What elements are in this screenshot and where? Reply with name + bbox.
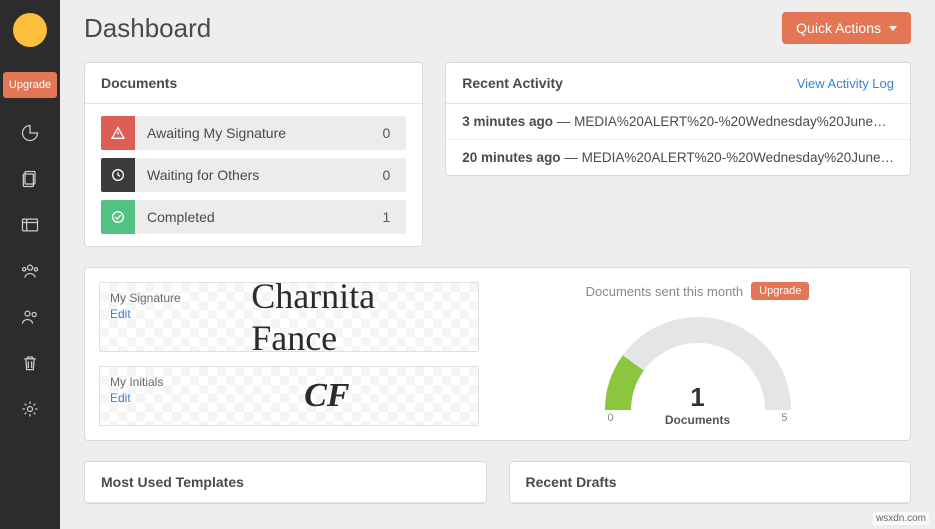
templates-title: Most Used Templates [101,474,244,490]
check-circle-icon [101,200,135,234]
quick-actions-button[interactable]: Quick Actions [782,12,911,44]
my-initials-box: My Initials Edit CF [99,366,479,426]
bottom-row: Most Used Templates Recent Drafts [60,461,935,504]
clock-icon [101,158,135,192]
content-row: Documents Awaiting My Signature 0 Waitin… [60,62,935,247]
doc-count: 0 [366,167,406,183]
activity-sep: — [561,150,582,165]
activity-panel: Recent Activity View Activity Log 3 minu… [445,62,911,176]
right-column: Recent Activity View Activity Log 3 minu… [445,62,911,247]
signature-left: My Signature Edit Charnita Fance My Init… [99,282,479,426]
gauge-title: Documents sent this month [586,284,744,299]
quick-actions-label: Quick Actions [796,20,881,36]
settings-icon[interactable] [19,398,41,420]
main: Dashboard Quick Actions Documents Awaiti… [60,0,935,504]
gauge-upgrade-button[interactable]: Upgrade [751,282,809,300]
templates-panel: Most Used Templates [84,461,487,504]
activity-time: 3 minutes ago [462,114,553,129]
signature-panel: My Signature Edit Charnita Fance My Init… [84,267,911,441]
gauge-min: 0 [608,412,614,424]
documents-rows: Awaiting My Signature 0 Waiting for Othe… [85,104,422,246]
team-icon[interactable] [19,260,41,282]
page-title: Dashboard [84,13,211,44]
edit-initials-link[interactable]: Edit [110,391,468,405]
caret-down-icon [889,26,897,31]
activity-text: MEDIA%20ALERT%20-%20Wednesday%20June… [582,150,894,165]
trash-icon[interactable] [19,352,41,374]
activity-text: MEDIA%20ALERT%20-%20Wednesday%20June… [574,114,886,129]
activity-item[interactable]: 20 minutes ago — MEDIA%20ALERT%20-%20Wed… [446,140,910,175]
upgrade-button[interactable]: Upgrade [3,72,57,98]
documents-icon[interactable] [19,168,41,190]
logo-container [0,0,60,60]
gauge-header: Documents sent this month Upgrade [586,282,810,300]
activity-title: Recent Activity [462,75,563,91]
drafts-panel-header: Recent Drafts [510,462,911,503]
doc-label: Completed [135,209,366,225]
alert-triangle-icon [101,116,135,150]
gauge-section: Documents sent this month Upgrade 1 Docu… [499,282,896,426]
left-column: Documents Awaiting My Signature 0 Waitin… [84,62,423,247]
initials-text: CF [304,377,349,415]
activity-sep: — [553,114,574,129]
gauge-value: 1 [665,382,730,413]
doc-row-waiting[interactable]: Waiting for Others 0 [101,158,406,192]
drafts-panel: Recent Drafts [509,461,912,504]
my-signature-box: My Signature Edit Charnita Fance [99,282,479,352]
reports-icon[interactable] [19,122,41,144]
signature-text: Charnita Fance [251,275,402,359]
templates-icon[interactable] [19,214,41,236]
upgrade-label: Upgrade [9,79,51,91]
templates-panel-header: Most Used Templates [85,462,486,503]
drafts-title: Recent Drafts [526,474,617,490]
gauge-max: 5 [781,412,787,424]
activity-item[interactable]: 3 minutes ago — MEDIA%20ALERT%20-%20Wedn… [446,104,910,140]
doc-row-awaiting[interactable]: Awaiting My Signature 0 [101,116,406,150]
doc-row-completed[interactable]: Completed 1 [101,200,406,234]
doc-count: 1 [366,209,406,225]
activity-panel-header: Recent Activity View Activity Log [446,63,910,104]
doc-count: 0 [366,125,406,141]
doc-label: Awaiting My Signature [135,125,366,141]
gauge-chart: 1 Documents 0 5 [598,310,798,420]
watermark: wsxdn.com [873,512,929,525]
gauge-ticks: 0 5 [598,412,798,424]
documents-panel-header: Documents [85,63,422,104]
activity-rows: 3 minutes ago — MEDIA%20ALERT%20-%20Wedn… [446,104,910,175]
compass-logo-icon[interactable] [13,13,47,47]
view-activity-log-link[interactable]: View Activity Log [797,76,894,91]
documents-panel: Documents Awaiting My Signature 0 Waitin… [84,62,423,247]
doc-label: Waiting for Others [135,167,366,183]
contacts-icon[interactable] [19,306,41,328]
sidebar: Upgrade [0,0,60,529]
header: Dashboard Quick Actions [60,0,935,62]
nav-icons [19,122,41,420]
documents-title: Documents [101,75,177,91]
my-initials-label: My Initials [110,375,468,389]
activity-time: 20 minutes ago [462,150,560,165]
